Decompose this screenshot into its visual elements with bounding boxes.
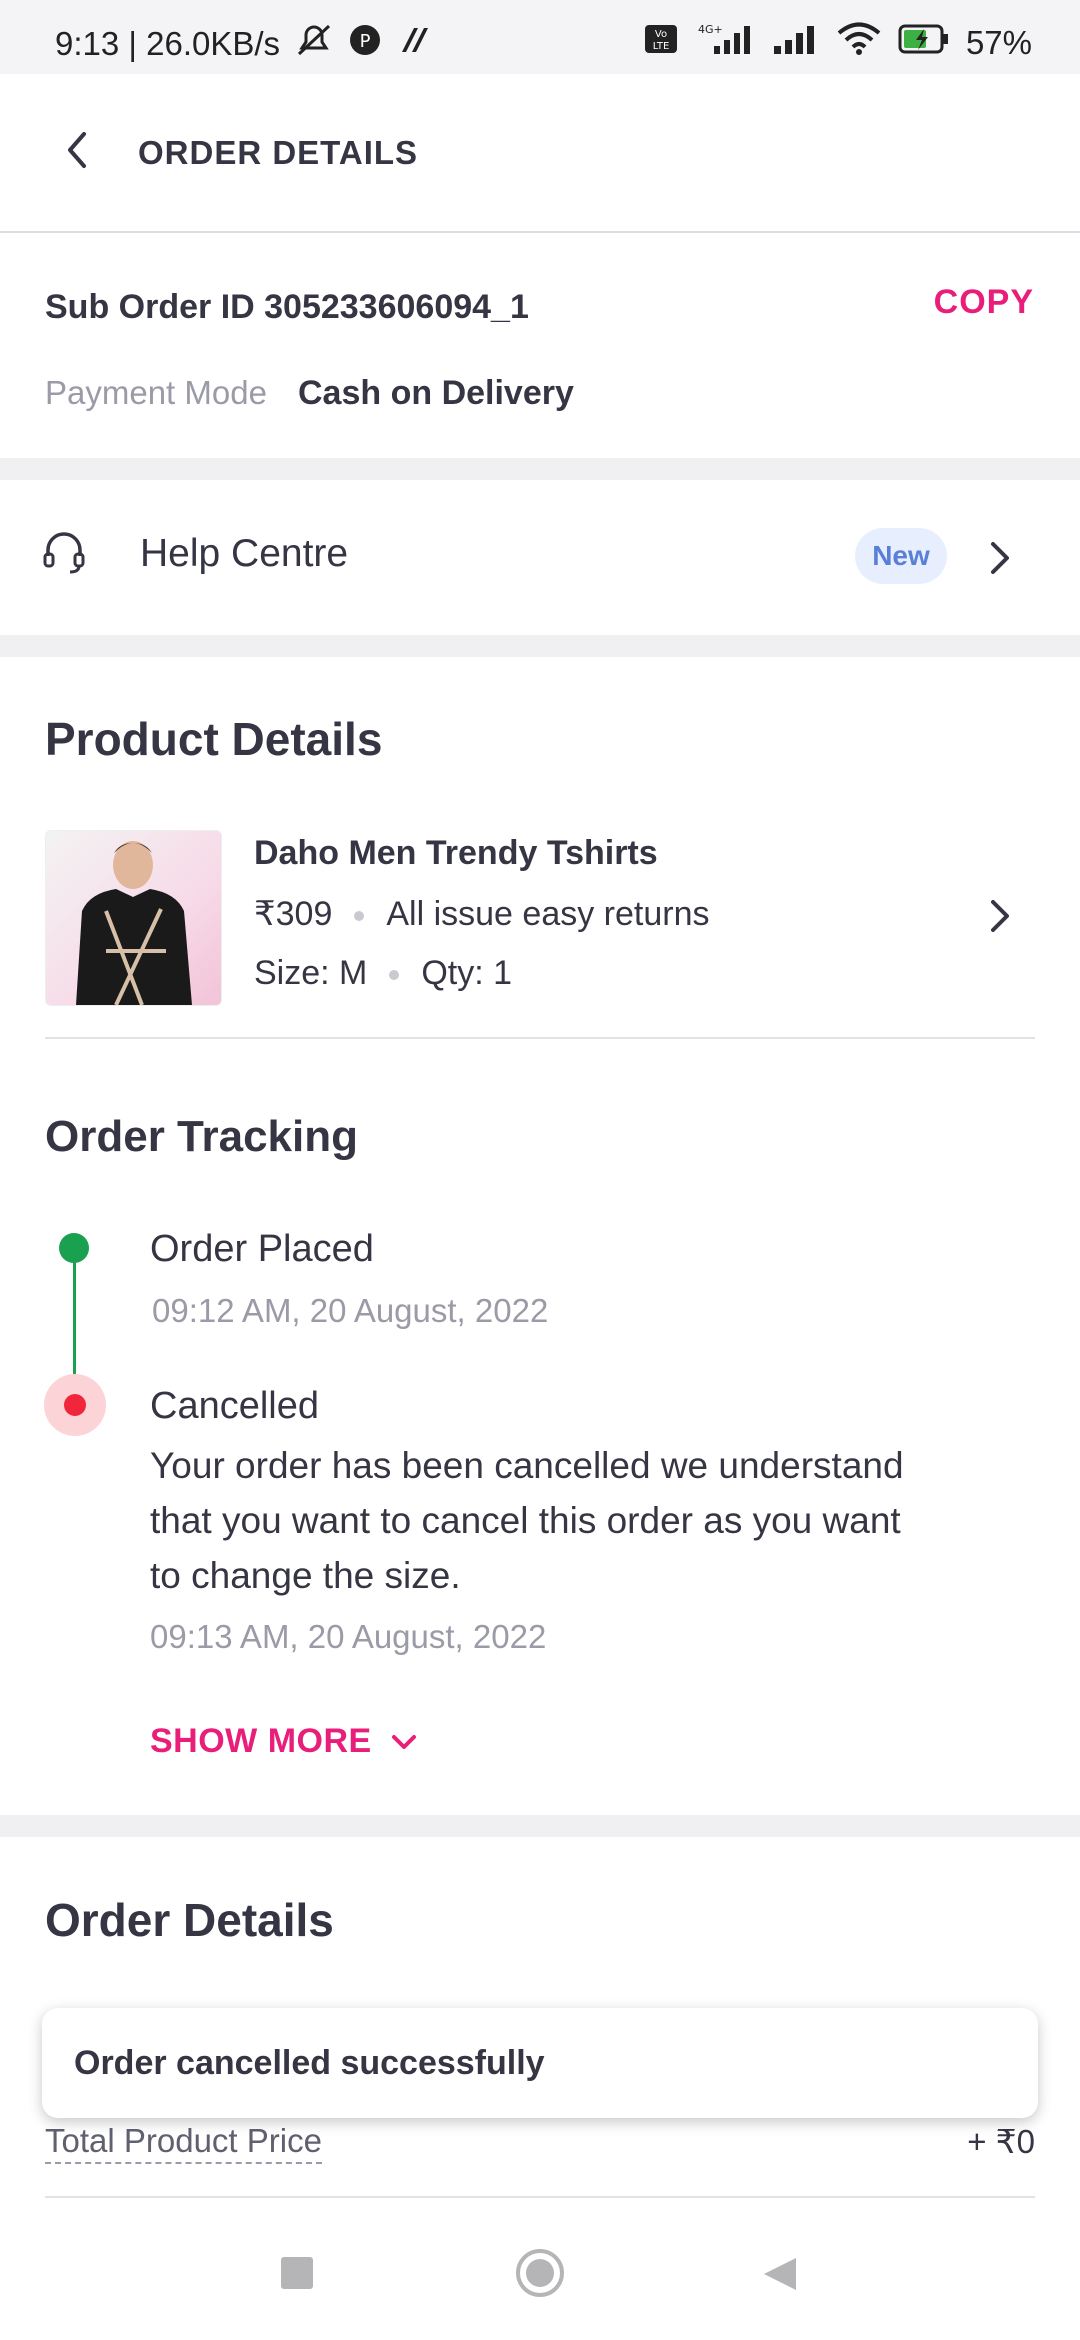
help-centre-label: Help Centre [140,532,349,575]
product-details-heading: Product Details [45,713,383,765]
show-more-label: SHOW MORE [150,1722,372,1760]
show-more-button[interactable]: SHOW MORE [150,1722,418,1761]
separator-dot [354,911,365,922]
product-price: ₹309 [254,895,333,933]
total-product-price-label[interactable]: Total Product Price [45,2122,322,2164]
wifi-icon [836,22,882,64]
recents-icon[interactable] [281,2257,313,2289]
step-time: 09:13 AM, 20 August, 2022 [150,1618,547,1655]
separator-dot [389,970,400,981]
chevron-down-icon [390,1722,418,1761]
app-icon-2 [396,24,432,64]
product-name[interactable]: Daho Men Trendy Tshirts [254,834,658,873]
product-size: Size: M [254,954,368,992]
svg-text:P: P [360,31,371,52]
payment-mode-label: Payment Mode [45,374,267,411]
product-price-line: ₹309 All issue easy returns [254,894,710,934]
total-product-price-value: + ₹0 [967,2123,1035,2160]
section-divider [0,458,1080,480]
step-description: Your order has been cancelled we underst… [150,1445,904,1596]
back-arrow-icon[interactable] [58,130,98,170]
toast: Order cancelled successfully [42,2008,1038,2118]
mute-icon [294,22,334,66]
divider [45,2196,1035,2198]
order-tracking-heading: Order Tracking [45,1112,359,1161]
status-right: Vo LTE 4G+ 57% [644,22,1032,64]
svg-text:LTE: LTE [653,41,670,52]
volte-icon: Vo LTE [644,24,678,62]
headset-icon [42,530,86,574]
svg-text:Vo: Vo [655,29,667,40]
payment-mode-value: Cash on Delivery [298,374,574,412]
section-divider [0,1815,1080,1837]
battery-percent: 57% [965,24,1032,61]
placed-status-dot [59,1233,89,1263]
toast-message: Order cancelled successfully [74,2044,545,2082]
new-badge: New [855,528,947,584]
signal-4g-icon: 4G+ [694,22,756,64]
product-size-line: Size: M Qty: 1 [254,954,512,993]
copy-button[interactable]: COPY [934,283,1034,322]
step-title: Order Placed [150,1228,374,1270]
status-left: 9:13 | 26.0KB/s P [55,22,432,66]
page-title: ORDER DETAILS [138,134,419,171]
back-nav-icon[interactable] [760,2254,800,2299]
svg-text:4G+: 4G+ [698,23,723,36]
sub-order-id: Sub Order ID 305233606094_1 [45,288,529,326]
chevron-right-icon[interactable] [985,538,1015,578]
cancelled-status-dot [64,1394,86,1416]
app-icon: P [348,23,382,65]
battery-icon [898,23,950,63]
section-divider [0,635,1080,657]
status-time: 9:13 | 26.0KB/s [55,25,281,62]
product-image[interactable] [45,830,222,1006]
chevron-right-icon[interactable] [985,896,1015,936]
order-details-heading: Order Details [45,1894,334,1946]
product-qty: Qty: 1 [421,954,513,992]
signal-icon [772,22,820,64]
step-time: 09:12 AM, 20 August, 2022 [152,1292,549,1329]
home-icon[interactable] [514,2247,566,2304]
returns-info: All issue easy returns [386,895,710,933]
divider [45,1037,1035,1039]
step-title: Cancelled [150,1385,319,1427]
